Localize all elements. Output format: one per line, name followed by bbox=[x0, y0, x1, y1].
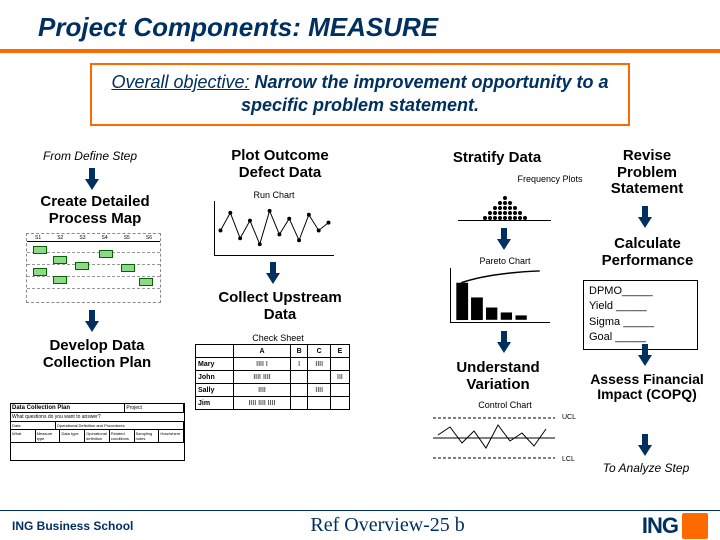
content-area: From Define Step Create Detailed Process… bbox=[0, 138, 720, 498]
plan-question: What questions do you want to answer? bbox=[11, 413, 184, 422]
arrow-icon bbox=[638, 344, 652, 366]
arrow-icon bbox=[638, 434, 652, 456]
revise-problem-statement: Revise Problem Statement bbox=[592, 148, 702, 198]
develop-data-plan: Develop Data Collection Plan bbox=[12, 338, 182, 371]
assess-financial-impact: Assess Financial Impact (COPQ) bbox=[582, 372, 712, 403]
arrow-icon bbox=[85, 310, 99, 332]
slide-title: Project Components: MEASURE bbox=[0, 0, 720, 53]
pareto-chart bbox=[450, 268, 550, 323]
arrow-icon bbox=[638, 206, 652, 228]
check-sheet-label: Check Sheet bbox=[238, 333, 318, 343]
lcl-label: LCL bbox=[562, 456, 575, 463]
metric-yield: Yield _____ bbox=[589, 299, 692, 314]
footer: ING Business School Ref Overview-25 b IN… bbox=[0, 510, 720, 540]
plot-outcome-data: Plot Outcome Defect Data bbox=[210, 148, 350, 181]
plan-title: Data Collection Plan bbox=[11, 404, 125, 412]
data-collection-plan-table: Data Collection Plan Project What questi… bbox=[10, 403, 185, 461]
arrow-icon bbox=[497, 228, 511, 250]
from-define-step: From Define Step bbox=[20, 150, 160, 163]
check-sheet-table: ABCE MaryIIII IIIIII JohnIIII IIIIIII Sa… bbox=[195, 344, 350, 422]
metrics-box: DPMO_____ Yield _____ Sigma _____ Goal _… bbox=[583, 280, 698, 350]
objective-label: Overall objective: bbox=[111, 72, 249, 92]
stratify-data: Stratify Data bbox=[432, 150, 562, 167]
objective-box: Overall objective: Narrow the improvemen… bbox=[90, 63, 630, 126]
table-row: JohnIIII IIIIIII bbox=[196, 371, 350, 384]
run-chart-label: Run Chart bbox=[244, 190, 304, 200]
calculate-performance: Calculate Performance bbox=[585, 236, 710, 269]
to-analyze-step: To Analyze Step bbox=[586, 462, 706, 475]
frequency-plots-label: Frequency Plots bbox=[510, 174, 590, 184]
metric-dpmo: DPMO_____ bbox=[589, 284, 692, 299]
control-chart bbox=[430, 413, 560, 463]
process-map-diagram: S1S2S3S4S5S6 bbox=[26, 233, 161, 303]
frequency-plot bbox=[458, 188, 551, 220]
table-row: SallyIIIIIIII bbox=[196, 384, 350, 397]
collect-upstream-data: Collect Upstream Data bbox=[200, 290, 360, 323]
ing-logo: ING bbox=[642, 513, 708, 539]
control-chart-label: Control Chart bbox=[470, 400, 540, 410]
logo-text: ING bbox=[642, 513, 678, 539]
run-chart bbox=[214, 201, 334, 256]
metric-sigma: Sigma _____ bbox=[589, 315, 692, 330]
ucl-label: UCL bbox=[562, 414, 576, 421]
lion-icon bbox=[682, 513, 708, 539]
table-row: JimIIII IIII IIII bbox=[196, 397, 350, 410]
arrow-icon bbox=[85, 168, 99, 190]
footer-school: ING Business School bbox=[12, 519, 133, 533]
understand-variation: Understand Variation bbox=[428, 360, 568, 393]
objective-text: Narrow the improvement opportunity to a … bbox=[241, 72, 609, 115]
pareto-chart-label: Pareto Chart bbox=[470, 256, 540, 266]
arrow-icon bbox=[497, 331, 511, 353]
footer-reference: Ref Overview-25 b bbox=[310, 514, 464, 537]
create-process-map: Create Detailed Process Map bbox=[20, 194, 170, 227]
arrow-icon bbox=[266, 262, 280, 284]
table-row: MaryIIII IIIIII bbox=[196, 358, 350, 371]
